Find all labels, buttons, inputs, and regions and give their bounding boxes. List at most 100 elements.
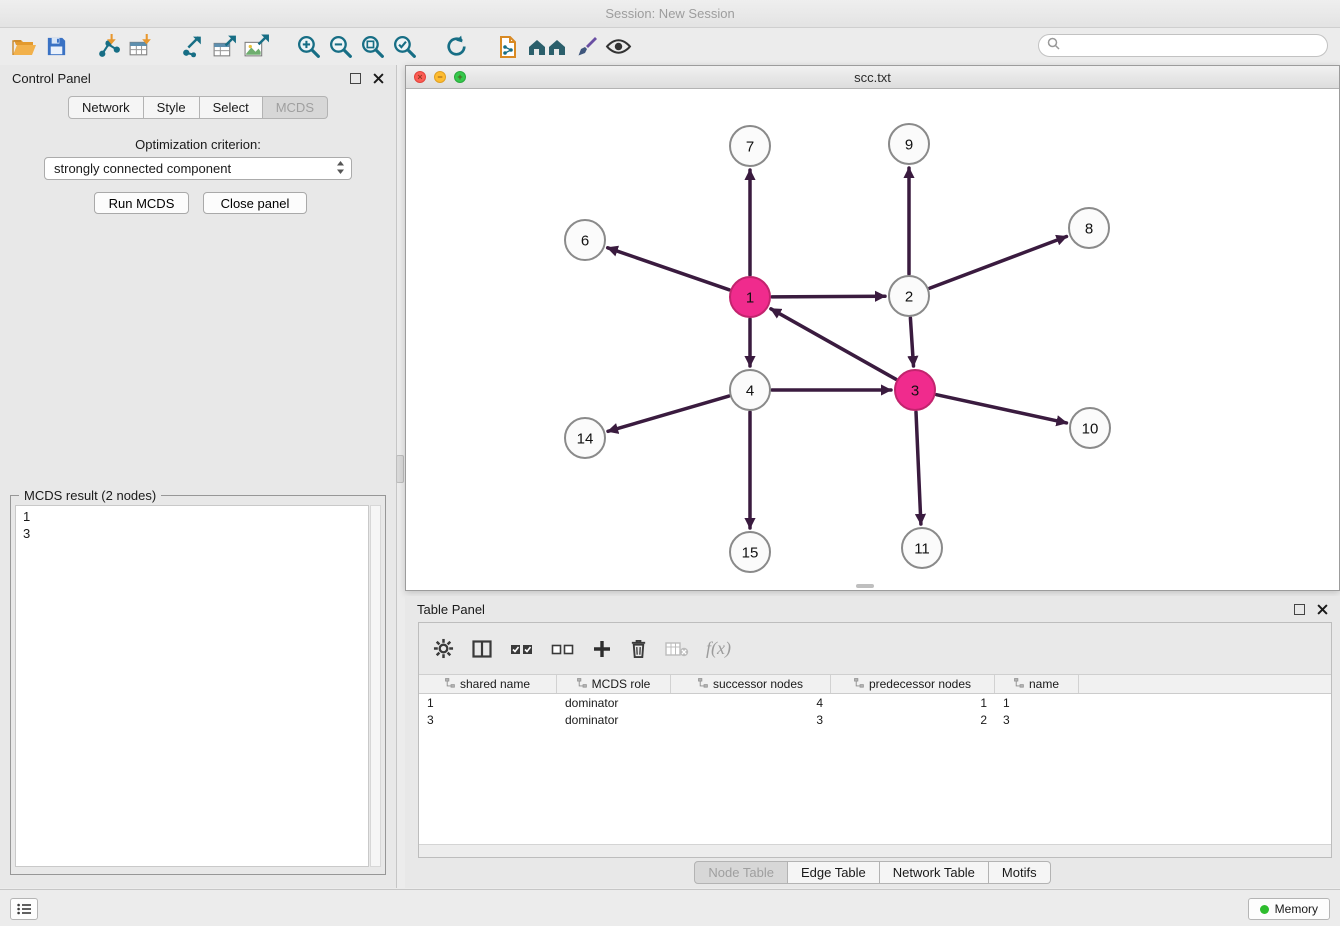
memory-button[interactable]: Memory	[1248, 898, 1330, 920]
result-item[interactable]: 3	[23, 525, 361, 542]
graph-node-11[interactable]: 11	[902, 528, 942, 568]
column-header-predecessor-nodes[interactable]: predecessor nodes	[831, 675, 995, 693]
tab-network-table[interactable]: Network Table	[880, 861, 989, 884]
sort-tree-icon	[1014, 677, 1024, 691]
deselect-all-icon[interactable]	[551, 641, 575, 657]
control-panel-tabs: NetworkStyleSelectMCDS	[0, 96, 396, 119]
run-mcds-button[interactable]: Run MCDS	[94, 192, 189, 214]
network-graph[interactable]: 1 2 3 4 6 7 8 9 10 11 14 15	[406, 89, 1339, 590]
graph-edge-3-10[interactable]	[937, 395, 1067, 423]
maximize-window-icon[interactable]: +	[454, 71, 466, 83]
status-bar: Memory	[0, 889, 1340, 926]
column-header-successor-nodes[interactable]: successor nodes	[671, 675, 831, 693]
close-panel-button[interactable]: Close panel	[203, 192, 307, 214]
graph-edge-3-1[interactable]	[771, 309, 896, 379]
result-item[interactable]: 1	[23, 508, 361, 525]
close-window-icon[interactable]: ×	[414, 71, 426, 83]
close-panel-icon[interactable]	[372, 72, 384, 84]
open-session-icon[interactable]	[8, 31, 40, 63]
graph-node-7[interactable]: 7	[730, 126, 770, 166]
column-header-shared-name[interactable]: shared name	[419, 675, 557, 693]
horizontal-scrollbar-thumb[interactable]	[856, 584, 874, 588]
column-header-MCDS-role[interactable]: MCDS role	[557, 675, 671, 693]
import-table-icon[interactable]	[124, 31, 156, 63]
window-titlebar: Session: New Session	[0, 0, 1340, 28]
table-cell: 3	[671, 713, 831, 727]
tab-style[interactable]: Style	[144, 96, 200, 119]
sort-tree-icon	[698, 677, 708, 691]
graph-node-2[interactable]: 2	[889, 276, 929, 316]
graph-edge-3-11[interactable]	[916, 412, 921, 524]
import-network-icon[interactable]	[92, 31, 124, 63]
node-table-widget: f(x) shared nameMCDS rolesuccessor nodes…	[418, 622, 1332, 858]
show-hide-icon[interactable]	[602, 31, 634, 63]
criterion-dropdown[interactable]: strongly connected component	[44, 157, 352, 180]
export-image-icon[interactable]	[240, 31, 272, 63]
dropdown-stepper-icon	[336, 160, 345, 178]
export-network-icon[interactable]	[176, 31, 208, 63]
graph-node-3[interactable]: 3	[895, 370, 935, 410]
svg-text:2: 2	[905, 288, 913, 305]
graph-node-14[interactable]: 14	[565, 418, 605, 458]
tab-node-table[interactable]: Node Table	[694, 861, 788, 884]
zoom-selected-icon[interactable]	[388, 31, 420, 63]
float-panel-icon[interactable]	[350, 73, 361, 84]
graph-node-8[interactable]: 8	[1069, 208, 1109, 248]
graph-edge-1-2[interactable]	[772, 296, 885, 297]
svg-text:6: 6	[581, 232, 589, 249]
select-all-icon[interactable]	[510, 641, 534, 657]
graph-node-15[interactable]: 15	[730, 532, 770, 572]
graph-node-10[interactable]: 10	[1070, 408, 1110, 448]
sort-tree-icon	[577, 677, 587, 691]
column-layout-icon[interactable]	[471, 638, 493, 660]
task-history-button[interactable]	[10, 898, 38, 920]
table-cell: 1	[419, 696, 557, 710]
network-window-titlebar[interactable]: scc.txt × − +	[406, 66, 1339, 89]
graph-node-6[interactable]: 6	[565, 220, 605, 260]
network-canvas[interactable]: 1 2 3 4 6 7 8 9 10 11 14 15	[406, 89, 1339, 590]
zoom-out-icon[interactable]	[324, 31, 356, 63]
tab-motifs[interactable]: Motifs	[989, 861, 1051, 884]
clipboard-network-icon[interactable]	[492, 31, 524, 63]
tab-select[interactable]: Select	[200, 96, 263, 119]
float-table-panel-icon[interactable]	[1294, 604, 1305, 615]
tab-mcds[interactable]: MCDS	[263, 96, 328, 119]
column-header-name[interactable]: name	[995, 675, 1079, 693]
save-session-icon[interactable]	[40, 31, 72, 63]
ndex-homes-icon[interactable]	[524, 31, 570, 63]
svg-text:14: 14	[577, 430, 594, 447]
apply-style-icon[interactable]	[570, 31, 602, 63]
table-row[interactable]: 1dominator411	[419, 694, 1331, 711]
delete-table-icon[interactable]	[665, 640, 689, 658]
function-builder-icon[interactable]: f(x)	[706, 638, 731, 659]
search-input[interactable]	[1065, 38, 1319, 53]
graph-edge-4-14[interactable]	[608, 396, 729, 431]
table-row[interactable]: 3dominator323	[419, 711, 1331, 728]
graph-edge-2-8[interactable]	[930, 237, 1067, 289]
zoom-in-icon[interactable]	[292, 31, 324, 63]
minimize-window-icon[interactable]: −	[434, 71, 446, 83]
graph-node-4[interactable]: 4	[730, 370, 770, 410]
graph-node-9[interactable]: 9	[889, 124, 929, 164]
export-table-icon[interactable]	[208, 31, 240, 63]
refresh-layout-icon[interactable]	[440, 31, 472, 63]
table-hscrollbar[interactable]	[419, 844, 1331, 857]
close-table-panel-icon[interactable]	[1316, 603, 1328, 615]
delete-column-icon[interactable]	[629, 638, 648, 659]
result-scrollbar[interactable]	[370, 505, 381, 867]
graph-edge-2-3[interactable]	[910, 318, 913, 366]
svg-text:3: 3	[911, 382, 919, 399]
add-column-icon[interactable]	[592, 639, 612, 659]
table-panel-header: Table Panel	[405, 596, 1340, 622]
table-panel-title: Table Panel	[417, 602, 485, 617]
gear-icon[interactable]	[433, 638, 454, 659]
graph-node-1[interactable]: 1	[730, 277, 770, 317]
control-panel: Control Panel NetworkStyleSelectMCDS Opt…	[0, 65, 397, 888]
search-field[interactable]	[1038, 34, 1328, 57]
zoom-fit-icon[interactable]	[356, 31, 388, 63]
tab-edge-table[interactable]: Edge Table	[788, 861, 880, 884]
tab-network[interactable]: Network	[68, 96, 144, 119]
svg-text:15: 15	[742, 544, 759, 561]
graph-edge-1-6[interactable]	[608, 248, 730, 290]
panel-splitter-handle[interactable]	[396, 455, 404, 483]
